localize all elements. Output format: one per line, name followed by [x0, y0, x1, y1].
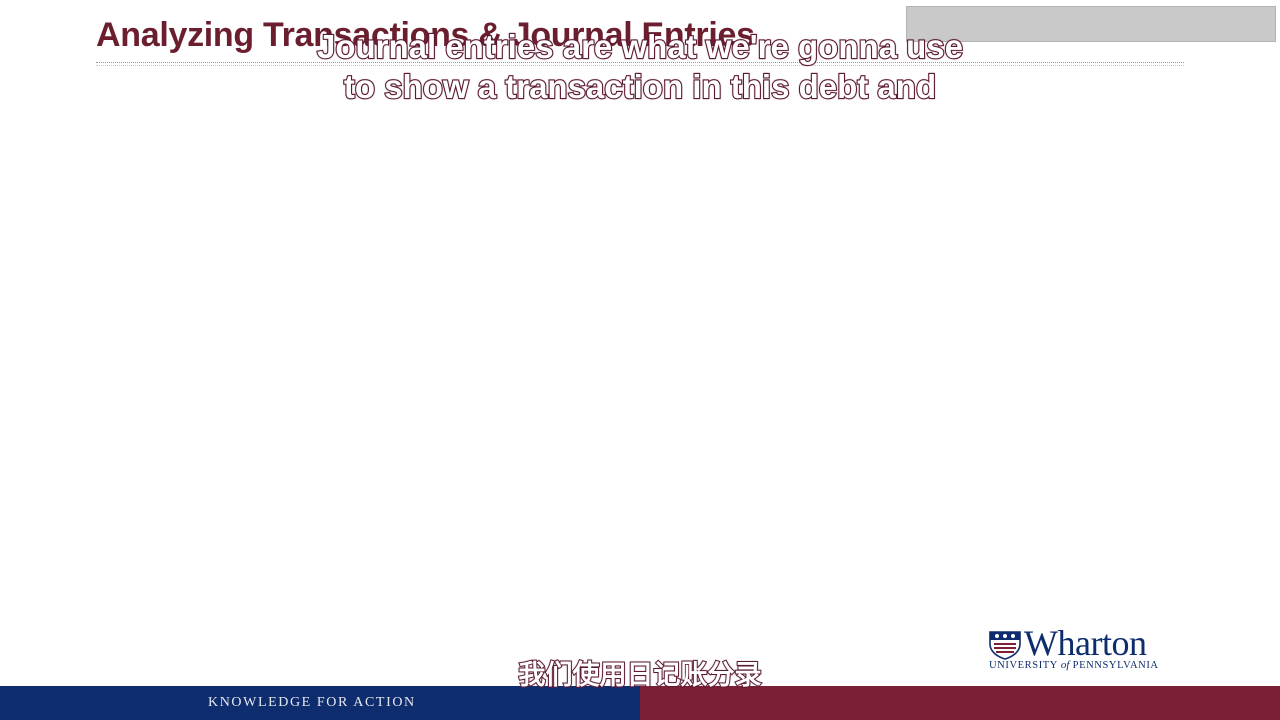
footer-tagline: KNOWLEDGE FOR ACTION: [208, 695, 416, 710]
subtitle-english-line-1: Journal entries are what we're gonna use: [316, 27, 964, 66]
slide-canvas: Analyzing Transactions & Journal Entries…: [0, 0, 1280, 720]
subtitle-english-line-2: to show a transaction in this debt and: [343, 67, 937, 106]
subtitle-chinese: 我们使用日记账分录: [518, 659, 763, 692]
